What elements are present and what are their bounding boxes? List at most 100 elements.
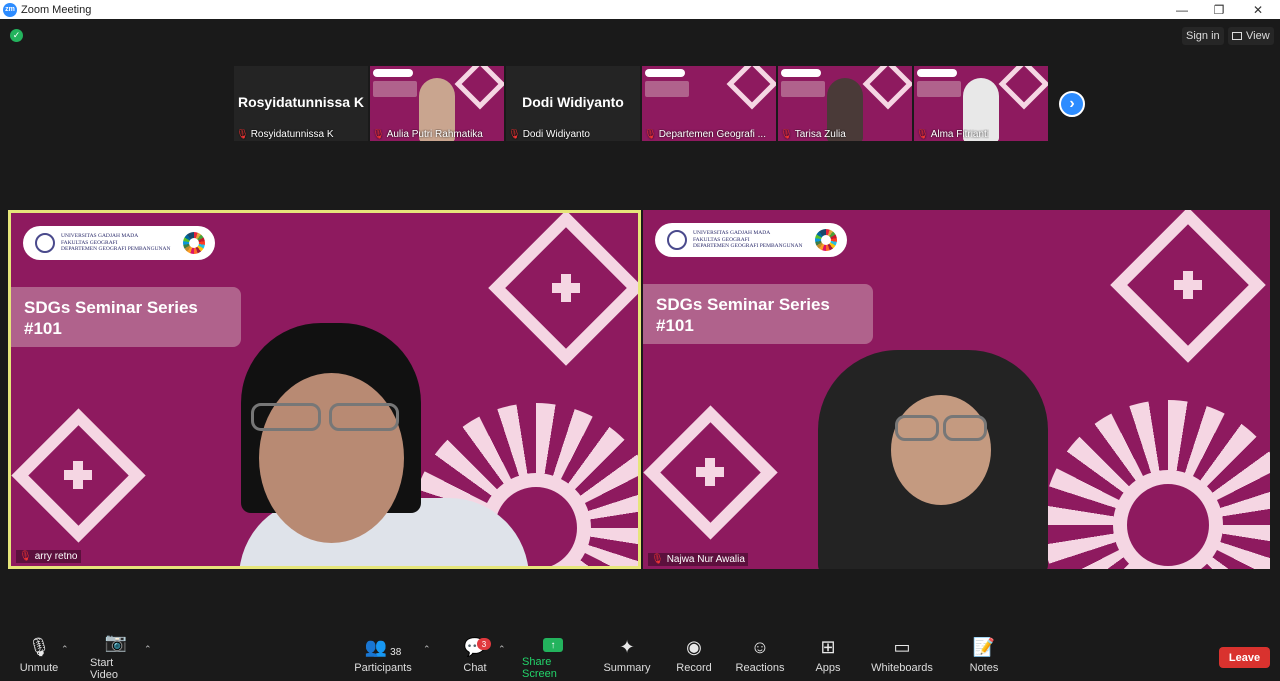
slide-title (917, 81, 961, 97)
participant-name: Dodi Widiyanto (522, 94, 624, 110)
participant-label: 🎙 Tarisa Zulia (780, 129, 846, 140)
thumbnail-tile[interactable]: 🎙 Alma Fitrianti (914, 66, 1048, 141)
mic-off-icon: 🎙 (236, 129, 249, 140)
participant-label: 🎙 Rosyidatunnissa K (236, 129, 334, 140)
slide-pattern (454, 66, 504, 110)
participants-button[interactable]: 👥 38 Participants (354, 632, 411, 680)
sdg-wheel-icon (815, 229, 837, 251)
minimize-button[interactable]: — (1162, 0, 1202, 19)
apps-button[interactable]: ⊞ Apps (815, 632, 841, 680)
slide-logo (917, 69, 957, 77)
participant-face (891, 395, 991, 505)
speaker-face (259, 373, 404, 543)
whiteboard-icon: ▭ (893, 637, 911, 657)
glasses (895, 415, 939, 441)
slide-title (373, 81, 417, 97)
sdg-wheel-icon (183, 232, 205, 254)
seminar-title: SDGs Seminar Series (656, 295, 830, 314)
glasses (329, 403, 399, 431)
seminar-title-card: SDGs Seminar Series #101 (11, 287, 241, 347)
seminar-number: #101 (24, 319, 62, 338)
video-tile[interactable]: UNIVERSITAS GADJAH MADA FAKULTAS GEOGRAF… (643, 210, 1270, 569)
thumbnail-tile[interactable]: 🎙 Tarisa Zulia (778, 66, 912, 141)
grid-icon (1232, 32, 1242, 40)
slide-logo (781, 69, 821, 77)
summary-icon: ✦ (619, 637, 635, 657)
thumbnail-tile[interactable]: Rosyidatunnissa K 🎙 Rosyidatunnissa K (234, 66, 368, 141)
pattern-cross (64, 461, 92, 489)
participant-label: 🎙 Alma Fitrianti (916, 129, 990, 140)
chat-options-caret[interactable]: ⌃ (498, 644, 506, 655)
meeting-toolbar: 🎙 Unmute ⌃ 📷 Start Video ⌃ 👥 38 Participa… (0, 632, 1280, 681)
participant-label: 🎙 Dodi Widiyanto (508, 129, 590, 140)
video-options-caret[interactable]: ⌃ (144, 644, 152, 655)
mic-off-icon: 🎙 (19, 551, 32, 562)
next-page-button[interactable]: › (1059, 91, 1085, 117)
seminar-title: SDGs Seminar Series (24, 298, 198, 317)
slide-title (781, 81, 825, 97)
slide-pattern (998, 66, 1048, 110)
zoom-logo-icon: zm (3, 2, 17, 17)
sign-in-button[interactable]: Sign in (1182, 27, 1224, 45)
record-icon: ◉ (686, 637, 702, 657)
leave-button[interactable]: Leave (1219, 647, 1270, 668)
slide-title (645, 81, 689, 97)
logo-text: UNIVERSITAS GADJAH MADA FAKULTAS GEOGRAF… (693, 230, 803, 250)
mic-off-icon: 🎙 (644, 129, 657, 140)
audio-options-caret[interactable]: ⌃ (61, 644, 69, 655)
unmute-button[interactable]: 🎙 Unmute (20, 632, 59, 680)
logo-text: UNIVERSITAS GADJAH MADA FAKULTAS GEOGRAF… (61, 233, 171, 253)
participant-label: 🎙 arry retno (16, 550, 81, 563)
window-title: Zoom Meeting (21, 3, 92, 16)
ugm-logo-card: UNIVERSITAS GADJAH MADA FAKULTAS GEOGRAF… (23, 226, 215, 260)
glasses (943, 415, 987, 441)
start-video-button[interactable]: 📷 Start Video (90, 632, 142, 681)
mic-off-icon: 🎙 (651, 554, 664, 565)
encryption-shield-icon[interactable]: ✓ (10, 29, 23, 42)
participant-label: 🎙 Najwa Nur Awalia (648, 553, 748, 566)
slide-logo (645, 69, 685, 77)
pattern-cross (696, 458, 724, 486)
view-button[interactable]: View (1228, 27, 1274, 45)
slide-logo (373, 69, 413, 77)
restore-button[interactable]: ❐ (1199, 0, 1239, 19)
mic-off-icon: 🎙 (916, 129, 929, 140)
pattern-sun (1043, 400, 1270, 569)
video-tile-active-speaker[interactable]: UNIVERSITAS GADJAH MADA FAKULTAS GEOGRAF… (8, 210, 641, 569)
participants-icon: 👥 38 (364, 637, 402, 658)
whiteboards-button[interactable]: ▭ Whiteboards (871, 632, 933, 680)
reactions-icon: ☺ (750, 637, 770, 657)
mic-off-icon: 🎙 (372, 129, 385, 140)
seminar-title-card: SDGs Seminar Series #101 (643, 284, 873, 344)
pattern-cross (1174, 271, 1202, 299)
mic-off-icon: 🎙 (780, 129, 793, 140)
mic-off-icon: 🎙 (27, 637, 51, 657)
video-off-icon: 📷 (104, 632, 128, 652)
participants-options-caret[interactable]: ⌃ (423, 644, 431, 655)
notes-button[interactable]: 📝 Notes (968, 632, 1000, 680)
slide-pattern (726, 66, 776, 110)
record-button[interactable]: ◉ Record (676, 632, 712, 680)
thumbnail-tile[interactable]: Dodi Widiyanto 🎙 Dodi Widiyanto (506, 66, 640, 141)
title-bar: zm Zoom Meeting — ❐ ✕ (0, 0, 1280, 19)
mic-off-icon: 🎙 (508, 129, 521, 140)
pattern-cross (552, 274, 580, 302)
chat-unread-badge: 3 (477, 638, 491, 650)
reactions-button[interactable]: ☺ Reactions (736, 632, 785, 680)
view-label: View (1246, 30, 1270, 42)
apps-icon: ⊞ (820, 637, 836, 657)
ugm-seal-icon (667, 230, 687, 250)
ugm-logo-card: UNIVERSITAS GADJAH MADA FAKULTAS GEOGRAF… (655, 223, 847, 257)
glasses (251, 403, 321, 431)
summary-button[interactable]: ✦ Summary (603, 632, 651, 680)
close-button[interactable]: ✕ (1238, 0, 1278, 19)
share-screen-icon: ↑ (543, 632, 563, 652)
slide-pattern (862, 66, 912, 110)
participant-label: 🎙 Departemen Geografi ... (644, 129, 766, 140)
chevron-right-icon: › (1069, 95, 1075, 112)
share-screen-button[interactable]: ↑ Share Screen (522, 632, 584, 680)
participant-label: 🎙 Aulia Putri Rahmatika (372, 129, 483, 140)
participant-name: Rosyidatunnissa K (237, 94, 365, 110)
thumbnail-tile[interactable]: 🎙 Departemen Geografi ... (642, 66, 776, 141)
thumbnail-tile[interactable]: 🎙 Aulia Putri Rahmatika (370, 66, 504, 141)
